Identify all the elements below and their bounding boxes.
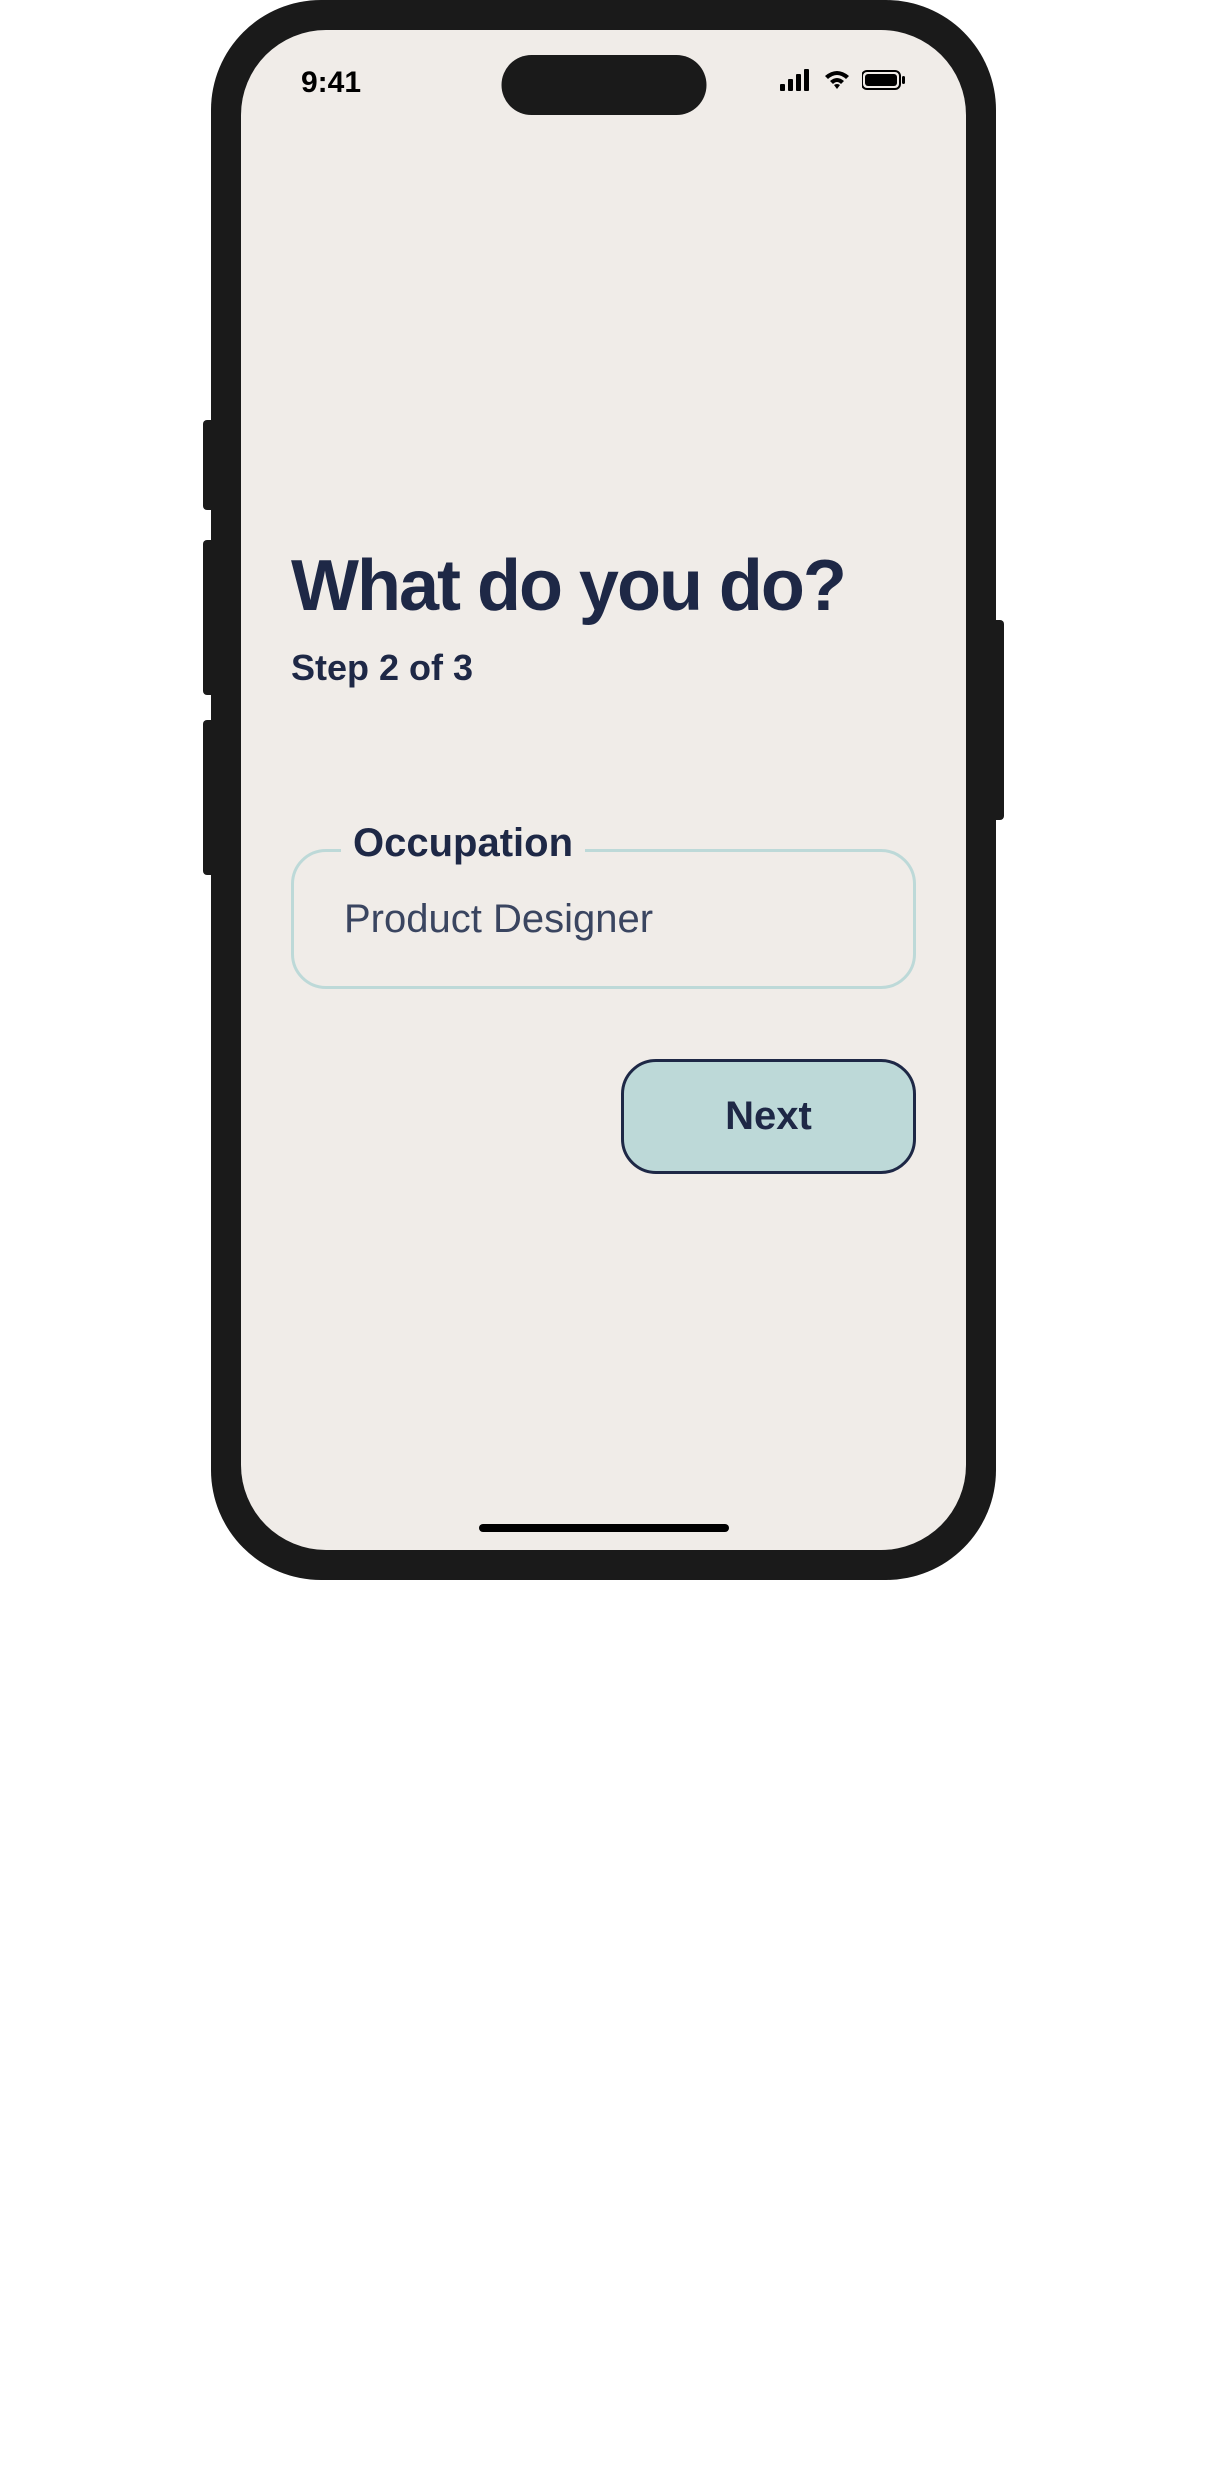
status-time: 9:41 bbox=[301, 66, 361, 100]
occupation-label: Occupation bbox=[341, 821, 585, 866]
button-wrapper: Next bbox=[291, 1059, 916, 1174]
main-content: What do you do? Step 2 of 3 Occupation N… bbox=[241, 30, 966, 1174]
wifi-icon bbox=[822, 69, 852, 96]
page-title: What do you do? bbox=[291, 550, 916, 622]
step-indicator: Step 2 of 3 bbox=[291, 647, 916, 689]
next-button[interactable]: Next bbox=[621, 1059, 916, 1174]
volume-up-button bbox=[203, 540, 211, 695]
screen: 9:41 bbox=[241, 30, 966, 1550]
occupation-input[interactable] bbox=[291, 849, 916, 989]
volume-down-button bbox=[203, 720, 211, 875]
dynamic-island bbox=[501, 55, 706, 115]
power-button bbox=[996, 620, 1004, 820]
device-frame: 9:41 bbox=[211, 0, 996, 1580]
cellular-signal-icon bbox=[780, 69, 812, 96]
status-icons bbox=[780, 69, 906, 96]
home-indicator[interactable] bbox=[479, 1524, 729, 1532]
occupation-field-wrapper: Occupation bbox=[291, 849, 916, 989]
battery-icon bbox=[862, 69, 906, 96]
